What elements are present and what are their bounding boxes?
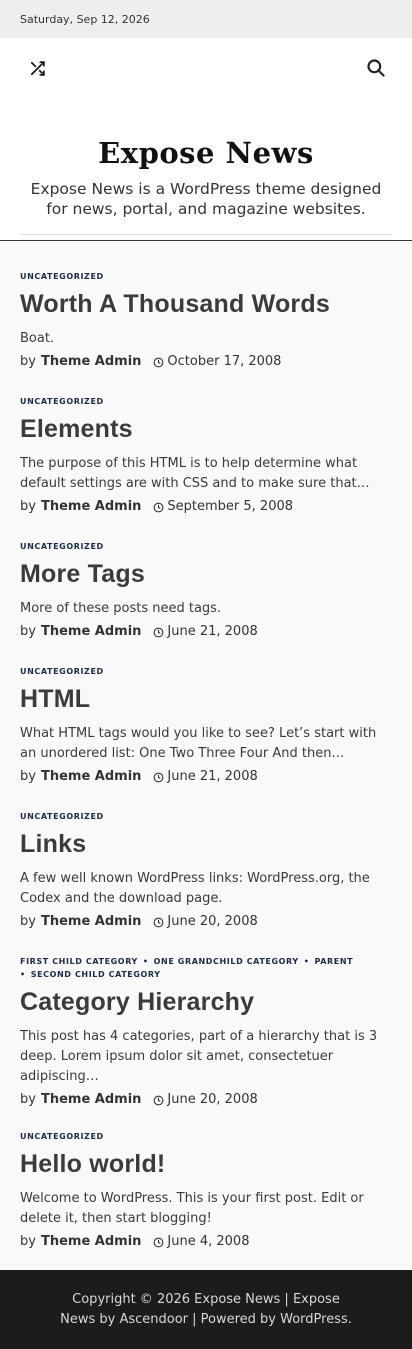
category-link[interactable]: UNCATEGORIZED	[20, 1132, 104, 1141]
post-item: UNCATEGORIZED Worth A Thousand Words Boa…	[20, 270, 392, 372]
category-link[interactable]: UNCATEGORIZED	[20, 397, 104, 406]
author-link[interactable]: Theme Admin	[41, 1090, 141, 1110]
category-separator: •	[142, 957, 149, 966]
post-categories: UNCATEGORIZED	[20, 1130, 392, 1143]
post-date[interactable]: June 20, 2008	[167, 912, 257, 932]
header-divider	[20, 234, 392, 235]
post-item: UNCATEGORIZED Hello world! Welcome to Wo…	[20, 1130, 392, 1252]
post-excerpt: This post has 4 categories, part of a hi…	[20, 1029, 378, 1084]
by-label: by	[20, 1092, 36, 1107]
clock-icon	[153, 917, 164, 928]
clock-icon	[153, 357, 164, 368]
clock-icon	[153, 502, 164, 513]
site-header: Expose News Expose News is a WordPress t…	[0, 38, 412, 241]
author-link[interactable]: Theme Admin	[41, 497, 141, 517]
footer-copyright: Copyright © 2026 Expose News | Expose Ne…	[60, 1292, 352, 1327]
post-item: FIRST CHILD CATEGORY • ONE GRANDCHILD CATE…	[20, 955, 392, 1110]
post-title[interactable]: Category Hierarchy	[20, 987, 392, 1017]
post-title[interactable]: More Tags	[20, 559, 392, 589]
category-link[interactable]: ONE GRANDCHILD CATEGORY	[154, 957, 299, 966]
site-title[interactable]: Expose News	[0, 136, 412, 170]
by-label: by	[20, 499, 36, 514]
post-categories: UNCATEGORIZED	[20, 395, 392, 408]
post-title[interactable]: Worth A Thousand Words	[20, 289, 392, 319]
by-label: by	[20, 769, 36, 784]
by-label: by	[20, 624, 36, 639]
post-excerpt: More of these posts need tags.	[20, 601, 222, 616]
post-excerpt: Welcome to WordPress. This is your first…	[20, 1191, 364, 1226]
category-link[interactable]: PARENT	[314, 957, 353, 966]
category-separator: •	[20, 970, 26, 979]
post-date[interactable]: September 5, 2008	[167, 497, 293, 517]
shuffle-button[interactable]	[23, 54, 51, 82]
post-title[interactable]: Hello world!	[20, 1149, 392, 1179]
post-categories: UNCATEGORIZED	[20, 540, 392, 553]
post-meta: by Theme Admin October 17, 2008	[20, 352, 392, 372]
post-meta: by Theme Admin June 4, 2008	[20, 1232, 392, 1252]
post-title[interactable]: Links	[20, 829, 392, 859]
category-link[interactable]: UNCATEGORIZED	[20, 272, 104, 281]
author-link[interactable]: Theme Admin	[41, 1232, 141, 1252]
search-icon	[367, 59, 385, 77]
category-link[interactable]: SECOND CHILD CATEGORY	[31, 970, 161, 979]
post-excerpt: A few well known WordPress links: WordPr…	[20, 871, 370, 906]
post-date[interactable]: June 20, 2008	[167, 1090, 257, 1110]
author-link[interactable]: Theme Admin	[41, 912, 141, 932]
shuffle-icon	[30, 60, 45, 76]
post-categories: FIRST CHILD CATEGORY • ONE GRANDCHILD CATE…	[20, 955, 392, 981]
post-meta: by Theme Admin June 20, 2008	[20, 912, 392, 932]
clock-icon	[153, 772, 164, 783]
post-meta: by Theme Admin June 21, 2008	[20, 622, 392, 642]
author-link[interactable]: Theme Admin	[41, 622, 141, 642]
post-excerpt: Boat.	[20, 331, 55, 346]
by-label: by	[20, 914, 36, 929]
by-label: by	[20, 354, 36, 369]
category-link[interactable]: UNCATEGORIZED	[20, 667, 104, 676]
clock-icon	[153, 627, 164, 638]
category-link[interactable]: UNCATEGORIZED	[20, 542, 104, 551]
post-categories: UNCATEGORIZED	[20, 270, 392, 283]
post-categories: UNCATEGORIZED	[20, 810, 392, 823]
top-bar: Saturday, Sep 12, 2026	[0, 0, 412, 38]
author-link[interactable]: Theme Admin	[41, 352, 141, 372]
category-separator: •	[303, 957, 310, 966]
post-title[interactable]: Elements	[20, 414, 392, 444]
post-item: UNCATEGORIZED Elements The purpose of th…	[20, 395, 392, 517]
site-tagline: Expose News is a WordPress theme designe…	[30, 180, 382, 218]
author-link[interactable]: Theme Admin	[41, 767, 141, 787]
current-date: Saturday, Sep 12, 2026	[20, 12, 150, 26]
post-excerpt: What HTML tags would you like to see? Le…	[20, 726, 377, 761]
post-meta: by Theme Admin June 20, 2008	[20, 1090, 392, 1110]
post-item: UNCATEGORIZED More Tags More of these po…	[20, 540, 392, 642]
clock-icon	[153, 1095, 164, 1106]
post-date[interactable]: June 21, 2008	[167, 767, 257, 787]
post-item: UNCATEGORIZED HTML What HTML tags would …	[20, 665, 392, 787]
category-link[interactable]: UNCATEGORIZED	[20, 812, 104, 821]
post-meta: by Theme Admin June 21, 2008	[20, 767, 392, 787]
post-date[interactable]: October 17, 2008	[167, 352, 281, 372]
post-date[interactable]: June 21, 2008	[167, 622, 257, 642]
category-link[interactable]: FIRST CHILD CATEGORY	[20, 957, 138, 966]
post-date[interactable]: June 4, 2008	[167, 1232, 249, 1252]
post-meta: by Theme Admin September 5, 2008	[20, 497, 392, 517]
site-footer: Copyright © 2026 Expose News | Expose Ne…	[0, 1270, 412, 1349]
post-categories: UNCATEGORIZED	[20, 665, 392, 678]
by-label: by	[20, 1234, 36, 1249]
search-button[interactable]	[362, 54, 390, 82]
clock-icon	[153, 1237, 164, 1248]
post-item: UNCATEGORIZED Links A few well known Wor…	[20, 810, 392, 932]
post-excerpt: The purpose of this HTML is to help dete…	[20, 456, 370, 491]
post-title[interactable]: HTML	[20, 684, 392, 714]
